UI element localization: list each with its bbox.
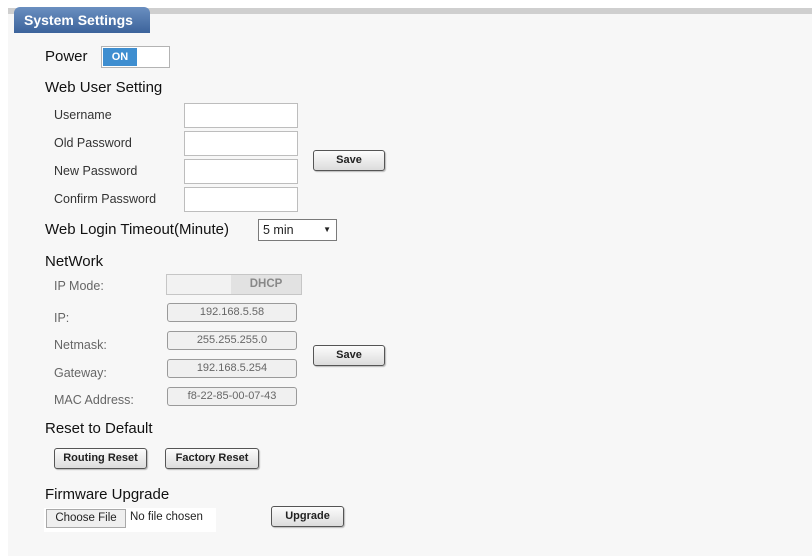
- timeout-select[interactable]: 5 min ▼: [258, 219, 337, 241]
- ip-field: 192.168.5.58: [167, 303, 297, 322]
- confirm-password-label: Confirm Password: [54, 192, 157, 206]
- reset-heading: Reset to Default: [45, 420, 153, 437]
- network-heading: NetWork: [45, 253, 104, 270]
- netmask-label: Netmask:: [54, 338, 107, 352]
- username-input[interactable]: [184, 103, 298, 128]
- mac-address-label: MAC Address:: [54, 393, 134, 407]
- new-password-input[interactable]: [184, 159, 298, 184]
- ip-label: IP:: [54, 311, 70, 325]
- ip-mode-label: IP Mode:: [54, 279, 104, 293]
- section-tab: System Settings: [14, 7, 150, 33]
- new-password-label: New Password: [54, 164, 138, 178]
- factory-reset-button[interactable]: Factory Reset: [165, 448, 259, 469]
- network-save-button[interactable]: Save: [313, 345, 385, 366]
- power-toggle[interactable]: ON: [101, 46, 170, 68]
- web-user-save-button[interactable]: Save: [313, 150, 385, 171]
- web-user-heading: Web User Setting: [45, 79, 163, 96]
- firmware-heading: Firmware Upgrade: [45, 486, 170, 503]
- netmask-field: 255.255.255.0: [167, 331, 297, 350]
- gateway-field: 192.168.5.254: [167, 359, 297, 378]
- timeout-label: Web Login Timeout(Minute): [45, 221, 229, 238]
- power-toggle-state: ON: [103, 48, 137, 66]
- mac-address-field: f8-22-85-00-07-43: [167, 387, 297, 406]
- routing-reset-button[interactable]: Routing Reset: [54, 448, 147, 469]
- ip-mode-value: DHCP: [231, 275, 301, 294]
- timeout-selected-value: 5 min: [263, 223, 294, 237]
- ip-mode-toggle[interactable]: DHCP: [166, 274, 302, 295]
- choose-file-button[interactable]: Choose File: [46, 509, 126, 528]
- old-password-label: Old Password: [54, 136, 132, 150]
- username-label: Username: [54, 108, 112, 122]
- ip-mode-knob: [167, 275, 232, 294]
- power-label: Power: [45, 48, 88, 65]
- file-input: Choose File No file chosen: [44, 508, 216, 532]
- confirm-password-input[interactable]: [184, 187, 298, 212]
- old-password-input[interactable]: [184, 131, 298, 156]
- gateway-label: Gateway:: [54, 366, 107, 380]
- file-status: No file chosen: [130, 511, 203, 523]
- upgrade-button[interactable]: Upgrade: [271, 506, 344, 527]
- chevron-down-icon: ▼: [323, 225, 331, 234]
